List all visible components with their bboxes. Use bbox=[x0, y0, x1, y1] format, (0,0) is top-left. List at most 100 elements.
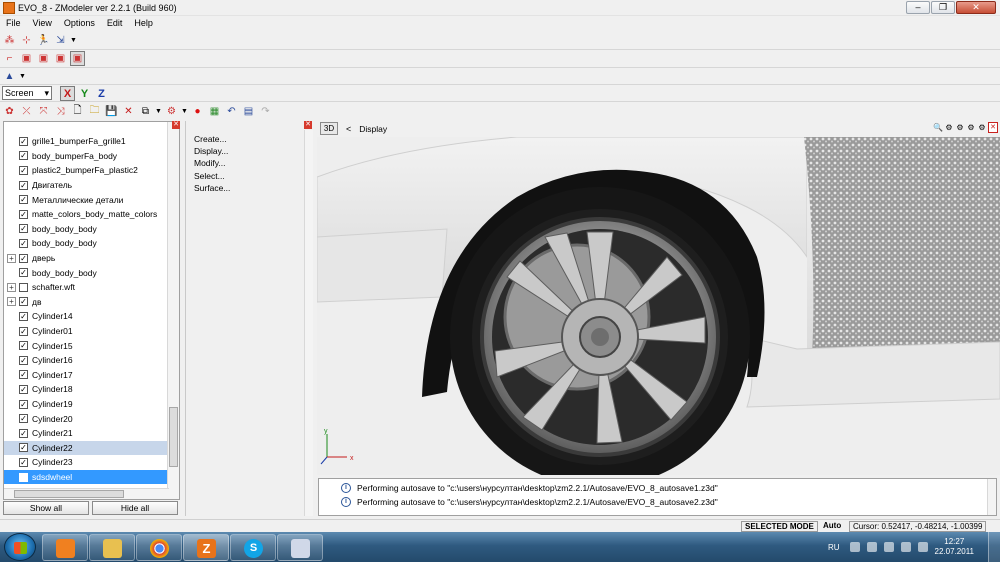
cube-icon[interactable]: ▣ bbox=[36, 51, 51, 66]
close-icon[interactable]: ✕ bbox=[304, 121, 312, 129]
command-create[interactable]: Create... bbox=[194, 134, 227, 144]
tree-item[interactable]: + schafter.wft bbox=[4, 280, 167, 295]
taskbar-skype[interactable]: S bbox=[230, 534, 276, 561]
rotate-icon[interactable]: ⤧ bbox=[36, 104, 51, 119]
visibility-checkbox[interactable]: ✓ bbox=[19, 253, 28, 263]
expand-icon[interactable]: + bbox=[7, 297, 16, 307]
delete-icon[interactable]: ✕ bbox=[121, 104, 136, 119]
zoom-icon[interactable]: 🔍 bbox=[933, 122, 943, 133]
visibility-checkbox[interactable]: ✓ bbox=[19, 238, 28, 248]
vertex-mode-icon[interactable]: ⌐ bbox=[2, 51, 17, 66]
menu-help[interactable]: Help bbox=[134, 18, 153, 28]
tray-app-icon[interactable] bbox=[866, 542, 877, 552]
object-tree[interactable]: ✓ grille1_bumperFa_grille1 ✓ body_bumperFa_… bbox=[3, 121, 180, 500]
taskbar-paint[interactable] bbox=[277, 534, 323, 561]
cube-icon[interactable]: ▣ bbox=[19, 51, 34, 66]
menu-edit[interactable]: Edit bbox=[107, 18, 123, 28]
menu-file[interactable]: File bbox=[6, 18, 21, 28]
move-icon[interactable]: ⇲ bbox=[53, 33, 68, 48]
settings-icon[interactable]: ⚙ bbox=[944, 122, 954, 133]
drop-icon[interactable]: ▲ bbox=[2, 69, 17, 84]
new-file-icon[interactable]: 🗋 bbox=[70, 104, 85, 119]
visibility-checkbox[interactable]: ✓ bbox=[19, 195, 28, 205]
maximize-button[interactable]: ❐ bbox=[931, 1, 955, 14]
axis-y-toggle[interactable]: Y bbox=[77, 86, 92, 101]
menu-options[interactable]: Options bbox=[64, 18, 95, 28]
select-mode-icon[interactable]: ⊹ bbox=[19, 33, 34, 48]
cube-selected-icon[interactable]: ▣ bbox=[70, 50, 85, 66]
taskbar-media-player[interactable] bbox=[42, 534, 88, 561]
tray-app-icon[interactable] bbox=[849, 542, 860, 552]
command-modify[interactable]: Modify... bbox=[194, 158, 226, 168]
tree-item[interactable]: ✓ Металлические детали bbox=[4, 192, 167, 207]
redo-icon[interactable]: ↷ bbox=[258, 104, 273, 119]
tree-item[interactable]: ✓ Cylinder01 bbox=[4, 324, 167, 339]
visibility-checkbox[interactable]: ✓ bbox=[19, 341, 28, 351]
visibility-checkbox[interactable]: ✓ bbox=[19, 180, 28, 190]
visibility-checkbox[interactable]: ✓ bbox=[19, 428, 28, 438]
visibility-checkbox[interactable]: ✓ bbox=[19, 457, 28, 467]
settings-icon[interactable]: ⚙ bbox=[977, 122, 987, 133]
document-icon[interactable]: ▤ bbox=[241, 104, 256, 119]
viewport-3d-button[interactable]: 3D bbox=[320, 122, 338, 135]
tree-item[interactable]: ✓ grille1_bumperFa_grille1 bbox=[4, 134, 167, 149]
figure-icon[interactable]: 🏃 bbox=[36, 33, 51, 48]
tree-item[interactable]: ✓ Cylinder17 bbox=[4, 368, 167, 383]
settings-icon[interactable]: ⚙ bbox=[966, 122, 976, 133]
show-all-button[interactable]: Show all bbox=[3, 501, 89, 515]
command-display[interactable]: Display... bbox=[194, 146, 228, 156]
tree-item[interactable]: + ✓ дв bbox=[4, 295, 167, 310]
visibility-checkbox[interactable]: ✓ bbox=[19, 399, 28, 409]
visibility-checkbox[interactable]: ✓ bbox=[19, 136, 28, 146]
tree-item[interactable]: ✓ body_body_body bbox=[4, 265, 167, 280]
visibility-checkbox[interactable]: ✓ bbox=[19, 268, 28, 278]
visibility-checkbox[interactable]: ✓ bbox=[19, 165, 28, 175]
render-icon[interactable]: ⚙ bbox=[164, 104, 179, 119]
tree-item[interactable]: ✓ Cylinder22 bbox=[4, 440, 167, 456]
visibility-checkbox[interactable]: ✓ bbox=[19, 443, 28, 453]
visibility-checkbox[interactable] bbox=[19, 472, 28, 482]
visibility-checkbox[interactable]: ✓ bbox=[19, 326, 28, 336]
scale-icon[interactable]: ⤨ bbox=[53, 104, 68, 119]
command-scrollbar[interactable] bbox=[304, 130, 313, 516]
tree-item[interactable]: ✓ Cylinder20 bbox=[4, 411, 167, 426]
tree-item[interactable]: ✓ body_body_body bbox=[4, 236, 167, 251]
volume-icon[interactable] bbox=[900, 542, 911, 552]
expand-icon[interactable]: + bbox=[7, 282, 16, 292]
tree-item[interactable]: ✓ Cylinder21 bbox=[4, 426, 167, 441]
tree-item[interactable]: ✓ Cylinder14 bbox=[4, 309, 167, 324]
3d-viewport[interactable]: y x bbox=[317, 137, 1000, 475]
close-icon[interactable]: ✕ bbox=[988, 122, 998, 133]
taskbar-explorer[interactable] bbox=[89, 534, 135, 561]
start-button[interactable] bbox=[4, 533, 36, 561]
material-icon[interactable]: ✿ bbox=[2, 104, 17, 119]
copy-icon[interactable]: ⧉ bbox=[138, 104, 153, 119]
taskbar-zmodeler[interactable]: Z bbox=[183, 534, 229, 561]
visibility-checkbox[interactable]: ✓ bbox=[19, 370, 28, 380]
visibility-checkbox[interactable] bbox=[19, 282, 28, 292]
show-desktop-button[interactable] bbox=[988, 532, 1000, 562]
flag-icon[interactable] bbox=[917, 542, 928, 552]
open-folder-icon[interactable]: 🗀 bbox=[87, 104, 102, 119]
tree-item[interactable]: ✓ body_body_body bbox=[4, 222, 167, 237]
taskbar-chrome[interactable] bbox=[136, 534, 182, 561]
save-icon[interactable]: 💾 bbox=[104, 104, 119, 119]
log-scrollbar[interactable] bbox=[987, 479, 996, 515]
select-points-icon[interactable]: ⁂ bbox=[2, 33, 17, 48]
language-indicator[interactable]: RU bbox=[828, 543, 840, 552]
tree-item[interactable]: ✓ Cylinder23 bbox=[4, 455, 167, 470]
tree-item[interactable]: ✓ Cylinder18 bbox=[4, 382, 167, 397]
visibility-checkbox[interactable]: ✓ bbox=[19, 311, 28, 321]
undo-icon[interactable]: ↶ bbox=[224, 104, 239, 119]
visibility-checkbox[interactable]: ✓ bbox=[19, 151, 28, 161]
tree-item[interactable]: ✓ Cylinder16 bbox=[4, 353, 167, 368]
visibility-checkbox[interactable]: ✓ bbox=[19, 414, 28, 424]
tree-item[interactable]: + ✓ дверь bbox=[4, 251, 167, 266]
close-button[interactable]: ✕ bbox=[956, 1, 996, 14]
command-surface[interactable]: Surface... bbox=[194, 183, 230, 193]
image-icon[interactable]: ▦ bbox=[207, 104, 222, 119]
tree-item[interactable]: ✓ Двигатель bbox=[4, 178, 167, 193]
tree-item[interactable]: sdsdwheel bbox=[4, 469, 167, 485]
tree-item[interactable]: ✓ plastic2_bumperFa_plastic2 bbox=[4, 163, 167, 178]
settings-icon[interactable]: ⚙ bbox=[955, 122, 965, 133]
